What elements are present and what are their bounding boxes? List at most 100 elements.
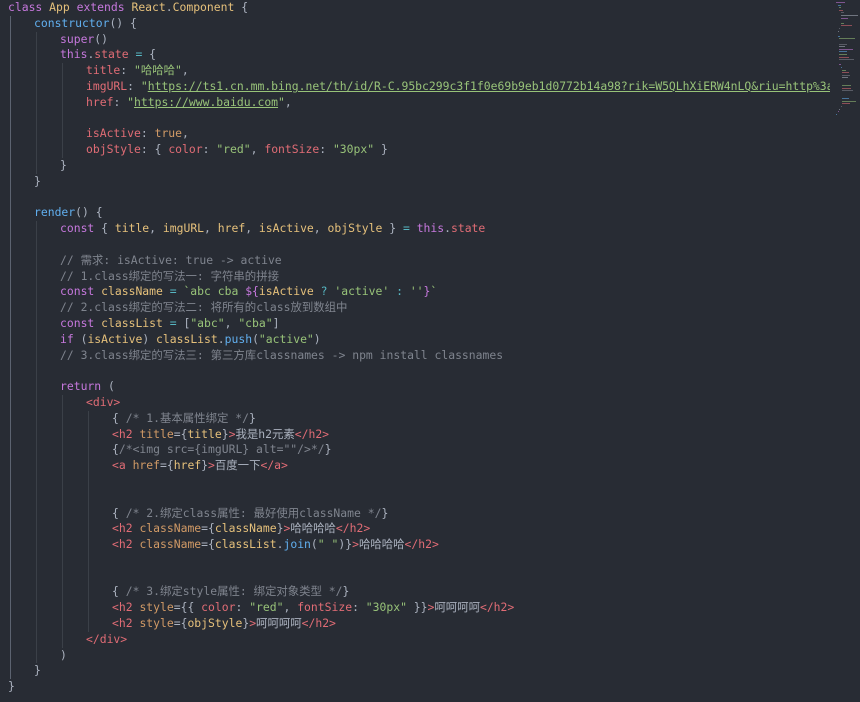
code-line[interactable]: <div> — [8, 394, 830, 411]
code-line[interactable]: } — [8, 173, 830, 190]
minimap-line — [839, 7, 841, 9]
indent-guide — [36, 221, 37, 237]
code-line[interactable] — [8, 489, 830, 506]
indent-guide — [10, 63, 11, 79]
code-line[interactable]: } — [8, 679, 830, 695]
indent-guide — [36, 284, 37, 301]
code-line[interactable]: isActive: true, — [8, 126, 830, 143]
indent-guide — [36, 616, 37, 632]
code-line[interactable]: <h2 className={className}>哈哈哈哈</h2> — [8, 521, 830, 538]
code-line[interactable]: { /* 1.基本属性绑定 */} — [8, 410, 830, 427]
code-token: ) — [142, 331, 157, 346]
code-line[interactable] — [8, 473, 830, 490]
code-area[interactable]: class App extends React.Component {const… — [8, 0, 830, 695]
code-line[interactable]: <h2 style={objStyle}>呵呵呵呵</h2> — [8, 616, 830, 632]
code-line-content: } — [34, 663, 41, 679]
code-line[interactable]: const className = `abc cba ${isActive ? … — [8, 284, 830, 301]
indent-guide — [10, 647, 11, 664]
code-line[interactable]: {/*<img src={imgURL} alt=""/>*/} — [8, 442, 830, 459]
code-line[interactable] — [8, 110, 830, 127]
code-line[interactable]: super() — [8, 31, 830, 48]
code-line[interactable]: this.state = { — [8, 47, 830, 64]
indent-guide — [62, 426, 63, 443]
code-token: , — [204, 221, 218, 236]
code-line[interactable] — [8, 363, 830, 380]
code-line[interactable]: imgURL: "https://ts1.cn.mm.bing.net/th/i… — [8, 78, 830, 95]
code-line[interactable]: ) — [8, 647, 830, 664]
code-line[interactable]: { /* 2.绑定class属性: 最好使用className */} — [8, 505, 830, 522]
indent-guide — [36, 236, 37, 253]
code-line[interactable]: const classList = ["abc", "cba"] — [8, 315, 830, 332]
minimap-line — [840, 22, 845, 24]
minimap-line — [842, 100, 856, 102]
code-line[interactable]: { /* 3.绑定style属性: 绑定对象类型 */} — [8, 584, 830, 601]
code-line[interactable]: </div> — [8, 631, 830, 648]
code-line[interactable]: constructor() { — [8, 15, 830, 32]
code-token: "abc" — [190, 315, 225, 330]
code-line-content: title: "哈哈哈", — [86, 63, 189, 79]
minimap-line — [842, 90, 854, 92]
indent-guide — [62, 126, 63, 143]
indent-guide — [88, 442, 89, 459]
minimap[interactable] — [836, 0, 860, 702]
code-line[interactable]: // 需求: isActive: true -> active — [8, 252, 830, 269]
code-line-content: <h2 style={{ color: "red", fontSize: "30… — [112, 600, 514, 616]
code-line-content: this.state = { — [60, 47, 156, 63]
indent-guide — [36, 252, 37, 269]
code-token: </h2> — [479, 600, 515, 615]
indent-guide — [62, 63, 63, 79]
code-line[interactable]: <a href={href}>百度一下</a> — [8, 458, 830, 474]
code-line[interactable]: return ( — [8, 379, 830, 395]
code-line[interactable] — [8, 568, 830, 585]
indent-guide — [88, 521, 89, 538]
code-line-content: <h2 title={title}>我是h2元素</h2> — [112, 427, 329, 443]
code-line[interactable]: render() { — [8, 205, 830, 222]
indent-guide — [62, 537, 63, 553]
code-line[interactable]: <h2 title={title}>我是h2元素</h2> — [8, 426, 830, 443]
code-token: style — [139, 600, 174, 615]
code-token: isActive — [258, 221, 314, 236]
code-token: 我是h2元素 — [235, 426, 295, 441]
code-line[interactable]: // 1.class绑定的写法一: 字符串的拼接 — [8, 268, 830, 285]
code-token: , — [245, 221, 259, 236]
code-line[interactable] — [8, 236, 830, 253]
indent-guide — [88, 568, 89, 585]
indent-guide — [10, 521, 11, 538]
code-token: = — [169, 284, 184, 299]
code-line[interactable]: // 3.class绑定的写法三: 第三方库classnames -> npm … — [8, 347, 830, 364]
code-line[interactable]: } — [8, 157, 830, 174]
code-token: title — [187, 426, 222, 441]
code-line[interactable] — [8, 552, 830, 569]
code-line[interactable]: } — [8, 663, 830, 680]
code-line[interactable]: title: "哈哈哈", — [8, 63, 830, 79]
code-line[interactable]: // 2.class绑定的写法二: 将所有的class放到数组中 — [8, 300, 830, 316]
indent-guide — [10, 473, 11, 490]
code-line[interactable]: href: "https://www.baidu.com", — [8, 94, 830, 111]
code-token: ` — [430, 284, 438, 299]
code-token: className — [139, 521, 202, 536]
code-token: state — [94, 47, 129, 62]
code-token: if — [60, 331, 81, 346]
code-token: () { — [75, 205, 103, 220]
code-editor[interactable]: class App extends React.Component {const… — [0, 0, 860, 702]
indent-guide — [10, 347, 11, 364]
code-line-content: super() — [60, 32, 108, 48]
code-token: fontSize — [297, 600, 353, 615]
code-token: "red" — [249, 600, 284, 615]
code-token: , — [283, 600, 298, 615]
minimap-line — [837, 4, 842, 6]
code-line[interactable]: <h2 style={{ color: "red", fontSize: "30… — [8, 600, 830, 617]
indent-guide — [88, 616, 89, 632]
indent-guide — [62, 394, 63, 411]
code-line[interactable]: objStyle: { color: "red", fontSize: "30p… — [8, 142, 830, 158]
code-line[interactable]: class App extends React.Component { — [8, 0, 830, 16]
code-line[interactable]: if (isActive) classList.push("active") — [8, 331, 830, 348]
minimap-line — [840, 17, 848, 19]
code-line[interactable] — [8, 189, 830, 206]
code-line[interactable]: <h2 className={classList.join(" ")}>哈哈哈哈… — [8, 537, 830, 553]
code-token: https://ts1.cn.mm.bing.net/th/id/R-C.95b… — [147, 78, 830, 93]
code-token: " — [278, 94, 285, 109]
code-line[interactable]: const { title, imgURL, href, isActive, o… — [8, 221, 830, 237]
code-token: <div> — [86, 394, 121, 409]
code-token: , — [224, 315, 239, 330]
